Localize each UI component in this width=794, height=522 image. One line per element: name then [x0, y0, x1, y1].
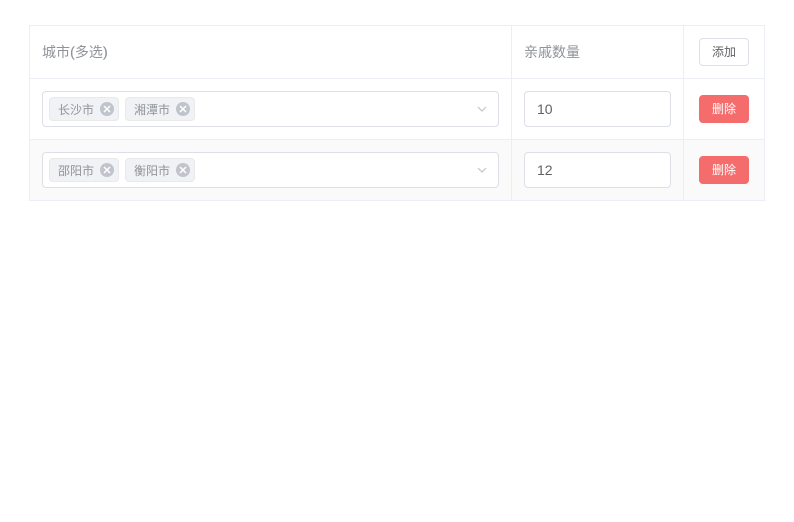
count-input[interactable] [524, 91, 671, 127]
table-header-row: 城市(多选) 亲戚数量 添加 [30, 26, 764, 79]
cell-city: 长沙市 湘潭市 [30, 79, 512, 139]
tag-label: 长沙市 [58, 101, 94, 118]
cell-action: 删除 [684, 79, 764, 139]
cell-action: 删除 [684, 140, 764, 200]
chevron-down-icon [476, 103, 488, 115]
cell-count [512, 140, 684, 200]
header-action: 添加 [684, 26, 764, 78]
tag: 衡阳市 [125, 158, 195, 182]
count-input[interactable] [524, 152, 671, 188]
city-multiselect[interactable]: 邵阳市 衡阳市 [42, 152, 499, 188]
tag-close-icon[interactable] [176, 163, 190, 177]
data-table: 城市(多选) 亲戚数量 添加 长沙市 湘潭市 [29, 25, 765, 201]
header-count-label: 亲戚数量 [524, 42, 580, 62]
tag-close-icon[interactable] [176, 102, 190, 116]
delete-button[interactable]: 删除 [699, 156, 749, 184]
city-multiselect[interactable]: 长沙市 湘潭市 [42, 91, 499, 127]
tag-close-icon[interactable] [100, 102, 114, 116]
cell-count [512, 79, 684, 139]
table-row: 邵阳市 衡阳市 删除 [30, 140, 764, 200]
tag: 湘潭市 [125, 97, 195, 121]
header-city-label: 城市(多选) [42, 42, 108, 62]
header-city: 城市(多选) [30, 26, 512, 78]
delete-button[interactable]: 删除 [699, 95, 749, 123]
tag-label: 衡阳市 [134, 162, 170, 179]
chevron-down-icon [476, 164, 488, 176]
tag-label: 邵阳市 [58, 162, 94, 179]
tag-close-icon[interactable] [100, 163, 114, 177]
cell-city: 邵阳市 衡阳市 [30, 140, 512, 200]
tag: 邵阳市 [49, 158, 119, 182]
tag: 长沙市 [49, 97, 119, 121]
tag-label: 湘潭市 [134, 101, 170, 118]
header-count: 亲戚数量 [512, 26, 684, 78]
table-row: 长沙市 湘潭市 删除 [30, 79, 764, 140]
add-button[interactable]: 添加 [699, 38, 749, 66]
